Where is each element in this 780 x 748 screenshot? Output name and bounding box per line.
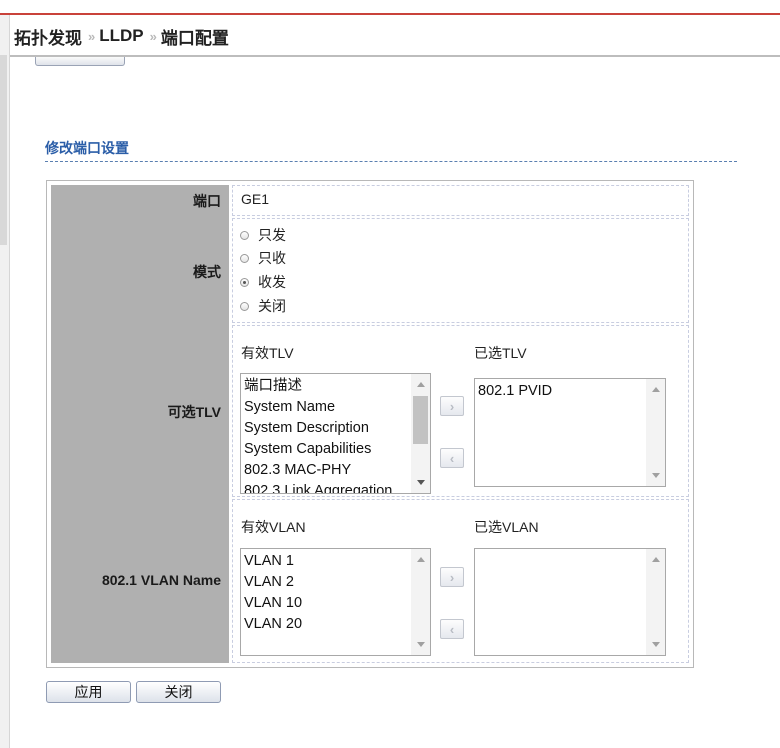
mode-radio-disabled[interactable]: 关闭 bbox=[240, 296, 286, 316]
list-option[interactable]: VLAN 2 bbox=[244, 572, 410, 593]
tlv-move-right-button[interactable]: › bbox=[440, 396, 464, 416]
mode-option-label: 只收 bbox=[258, 250, 286, 266]
chevron-left-icon: ‹ bbox=[449, 621, 455, 637]
breadcrumb-separator-icon: » bbox=[88, 28, 95, 44]
breadcrumb-item-lldp[interactable]: LLDP bbox=[99, 26, 143, 46]
port-row bbox=[232, 185, 689, 216]
list-option[interactable]: System Name bbox=[244, 397, 410, 418]
breadcrumb-separator-icon: » bbox=[149, 28, 157, 44]
vlan-move-left-button[interactable]: ‹ bbox=[440, 619, 464, 639]
scrollbar[interactable] bbox=[646, 549, 665, 655]
list-option[interactable]: 端口描述 bbox=[244, 376, 410, 397]
scroll-down-icon[interactable] bbox=[417, 642, 425, 647]
scrollbar[interactable] bbox=[646, 379, 665, 486]
mode-row bbox=[232, 218, 689, 323]
selected-vlan-list[interactable] bbox=[474, 548, 666, 656]
mode-option-label: 收发 bbox=[258, 274, 286, 290]
list-option[interactable]: VLAN 1 bbox=[244, 551, 410, 572]
scroll-up-icon[interactable] bbox=[417, 382, 425, 387]
list-option[interactable]: 802.1 PVID bbox=[478, 381, 645, 402]
scroll-down-icon[interactable] bbox=[652, 473, 660, 478]
mode-option-label: 只发 bbox=[258, 227, 286, 243]
vlan-name-label: 802.1 VLAN Name bbox=[101, 572, 221, 588]
chevron-right-icon: › bbox=[449, 569, 455, 585]
radio-circle-icon[interactable] bbox=[240, 253, 249, 263]
list-option[interactable]: System Description bbox=[244, 418, 410, 439]
apply-button[interactable]: 应用 bbox=[46, 681, 131, 703]
mode-radio-receive-only[interactable]: 只收 bbox=[240, 248, 286, 268]
close-button[interactable]: 关闭 bbox=[136, 681, 221, 703]
chevron-right-icon: › bbox=[449, 398, 455, 414]
optional-tlv-label: 可选TLV bbox=[167, 404, 221, 420]
scrollbar[interactable] bbox=[411, 374, 430, 493]
scroll-up-icon[interactable] bbox=[652, 557, 660, 562]
breadcrumb-item-port-config: 端口配置 bbox=[160, 28, 229, 48]
selected-tlv-title: 已选TLV bbox=[474, 345, 527, 361]
mode-radio-send-only[interactable]: 只发 bbox=[240, 225, 286, 245]
mode-radio-send-receive[interactable]: 收发 bbox=[240, 272, 286, 292]
breadcrumb-item-topology[interactable]: 拓扑发现 bbox=[14, 24, 82, 49]
top-border bbox=[0, 0, 780, 15]
available-tlv-list[interactable]: 端口描述 System Name System Description System … bbox=[240, 373, 431, 494]
list-option[interactable]: VLAN 10 bbox=[244, 593, 410, 614]
scroll-down-icon[interactable] bbox=[652, 642, 660, 647]
tlv-move-left-button[interactable]: ‹ bbox=[440, 448, 464, 468]
available-vlan-title: 有效VLAN bbox=[241, 519, 306, 535]
scroll-thumb[interactable] bbox=[413, 396, 428, 444]
available-tlv-title: 有效TLV bbox=[241, 345, 294, 361]
section-title: 修改端口设置 bbox=[45, 138, 737, 162]
list-option[interactable]: System Capabilities bbox=[244, 439, 410, 460]
list-option[interactable]: VLAN 20 bbox=[244, 614, 410, 635]
scroll-up-icon[interactable] bbox=[417, 557, 425, 562]
scroll-down-icon[interactable] bbox=[417, 480, 425, 485]
selected-vlan-title: 已选VLAN bbox=[474, 519, 539, 535]
port-value: GE1 bbox=[241, 191, 270, 207]
chevron-left-icon: ‹ bbox=[449, 450, 455, 466]
breadcrumb: 拓扑发现 » LLDP » 端口配置 bbox=[10, 17, 780, 57]
radio-circle-icon[interactable] bbox=[240, 230, 249, 240]
list-option[interactable]: 802.3 Link Aggregation bbox=[244, 481, 410, 493]
radio-selected-icon[interactable] bbox=[240, 277, 249, 287]
available-vlan-list[interactable]: VLAN 1 VLAN 2 VLAN 10 VLAN 20 bbox=[240, 548, 431, 656]
selected-tlv-list[interactable]: 802.1 PVID bbox=[474, 378, 666, 487]
port-label: 端口 bbox=[193, 193, 221, 209]
mode-label: 模式 bbox=[193, 264, 221, 280]
edit-button-partial[interactable] bbox=[35, 57, 125, 66]
vlan-move-right-button[interactable]: › bbox=[440, 567, 464, 587]
list-option[interactable]: 802.3 MAC-PHY bbox=[244, 460, 410, 481]
rail-notch bbox=[0, 55, 7, 245]
scroll-up-icon[interactable] bbox=[652, 387, 660, 392]
mode-option-label: 关闭 bbox=[258, 298, 286, 314]
left-frame-rail bbox=[0, 15, 10, 748]
radio-circle-icon[interactable] bbox=[240, 301, 249, 311]
label-column bbox=[51, 185, 229, 663]
scrollbar[interactable] bbox=[411, 549, 430, 655]
